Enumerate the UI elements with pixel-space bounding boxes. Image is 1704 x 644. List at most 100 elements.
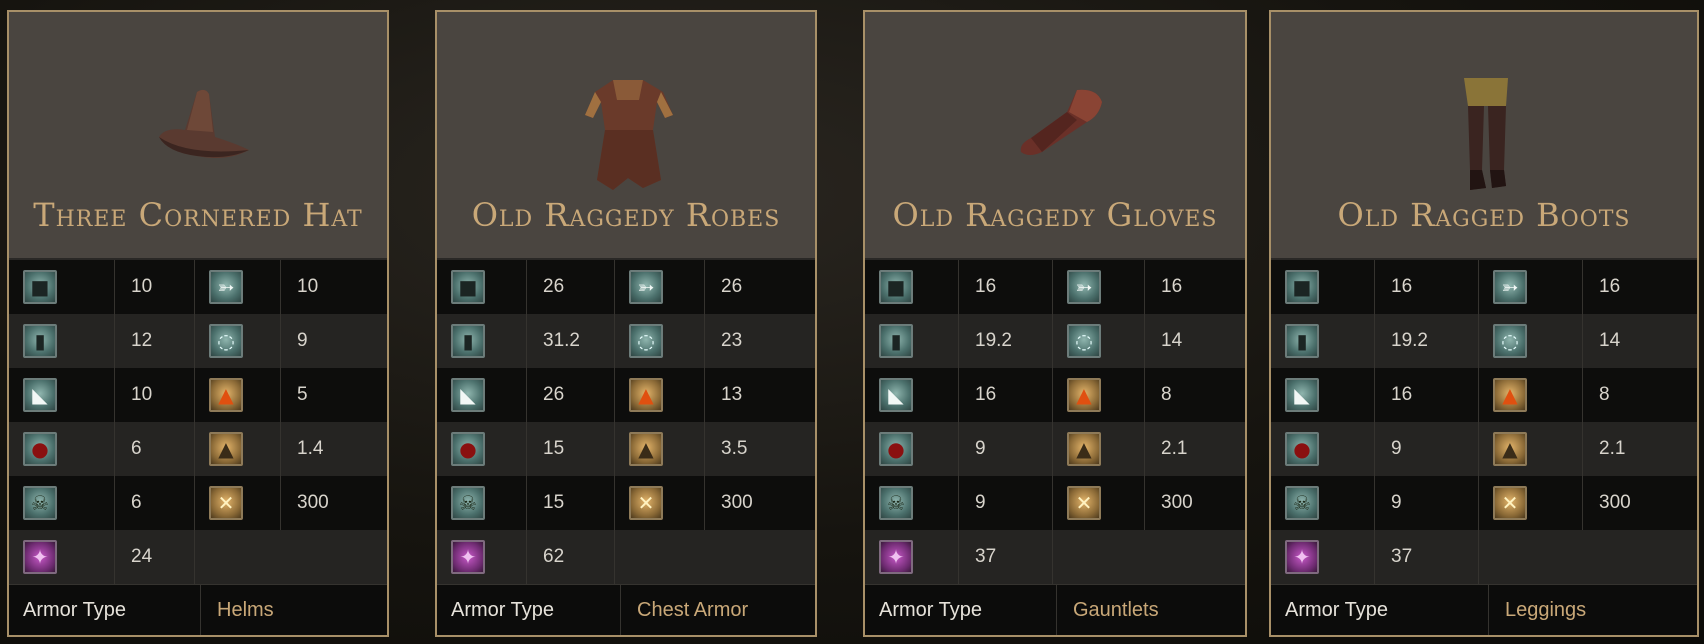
slash-armor-icon: ◣ <box>451 378 485 413</box>
stat-row: ☠ 6 ✕ 300 <box>9 476 387 531</box>
stats-table: ■ 10 ➳ 10 ▮ 12 ◌ 9 ◣ 10 ▲ 5 ● 6 ▲ 1.4 ☠ 6 ✕ 300 ✦ 24 <box>9 258 387 585</box>
stat-value <box>1145 530 1245 584</box>
stat-value: 6 <box>115 476 195 531</box>
armor-card: Old Raggedy Gloves ■ 16 ➳ 16 ▮ 19.2 ◌ 14 ◣ 16 ▲ 8 ● 9… <box>863 10 1247 637</box>
stat-row: ✦ 37 <box>865 530 1245 585</box>
stat-row: ● 15 ▲ 3.5 <box>437 422 815 477</box>
magic-armor-icon: ✦ <box>451 540 485 575</box>
glove-image <box>1020 89 1102 155</box>
thrust-armor-icon: ➳ <box>209 270 243 305</box>
armor-type-row: Armor Type Helms <box>9 584 387 635</box>
item-name: Old Raggedy Robes <box>471 196 781 235</box>
stat-value: 6 <box>115 422 195 477</box>
poison-resist-icon: ☠ <box>1285 486 1319 521</box>
physical-armor-icon: ■ <box>23 270 57 305</box>
stat-value: 24 <box>115 530 195 585</box>
thrust-armor-icon: ➳ <box>629 270 663 305</box>
stat-value: 2.1 <box>1599 438 1626 460</box>
robe-image <box>585 80 673 190</box>
item-name: Old Raggedy Gloves <box>892 196 1218 235</box>
stat-row: ☠ 9 ✕ 300 <box>1271 476 1697 531</box>
armor-type-value: Gauntlets <box>1073 598 1159 621</box>
stat-row: ☠ 15 ✕ 300 <box>437 476 815 531</box>
magic-defense-icon: ◌ <box>629 324 663 359</box>
bleed-resist-icon: ● <box>451 432 485 467</box>
stat-value: 10 <box>115 260 195 315</box>
stat-row: ■ 16 ➳ 16 <box>865 260 1245 315</box>
stats-table: ■ 16 ➳ 16 ▮ 19.2 ◌ 14 ◣ 16 ▲ 8 ● 9 ▲ 2.1 ☠ 9 ✕ 300 ✦ 37 <box>1271 258 1697 585</box>
stat-value: 16 <box>1375 368 1479 423</box>
slash-armor-icon: ◣ <box>879 378 913 413</box>
stat-value: 15 <box>527 422 615 477</box>
bleed-resist-icon: ● <box>1285 432 1319 467</box>
fire-defense-icon: ▲ <box>1493 378 1527 413</box>
stat-row: ✦ 62 <box>437 530 815 585</box>
stat-value: 16 <box>959 368 1053 423</box>
slash-armor-icon: ◣ <box>1285 378 1319 413</box>
stat-value: 19.2 <box>1375 314 1479 369</box>
stat-value: 300 <box>721 492 753 514</box>
stat-value: 1.4 <box>297 438 324 460</box>
weight-icon: ▲ <box>1493 432 1527 467</box>
durability-icon: ✕ <box>629 486 663 521</box>
magic-defense-icon: ◌ <box>209 324 243 359</box>
thrust-armor-icon: ➳ <box>1493 270 1527 305</box>
stat-value: 23 <box>721 330 743 352</box>
magic-defense-icon: ◌ <box>1067 324 1101 359</box>
stat-row: ◣ 26 ▲ 13 <box>437 368 815 423</box>
stat-value: 12 <box>115 314 195 369</box>
stat-row: ◣ 16 ▲ 8 <box>865 368 1245 423</box>
magic-armor-icon: ✦ <box>23 540 57 575</box>
poison-resist-icon: ☠ <box>451 486 485 521</box>
card-header: Old Ragged Boots <box>1271 12 1697 259</box>
stat-row: ✦ 24 <box>9 530 387 585</box>
stat-value: 300 <box>1161 492 1193 514</box>
stat-value: 9 <box>959 422 1053 477</box>
stat-value: 3.5 <box>721 438 748 460</box>
stat-row: ✦ 37 <box>1271 530 1697 585</box>
armor-card: Old Raggedy Robes ■ 26 ➳ 26 ▮ 31.2 ◌ 23 ◣ 26 ▲ 13 ● 1… <box>435 10 817 637</box>
stat-row: ▮ 12 ◌ 9 <box>9 314 387 369</box>
stat-row: ▮ 19.2 ◌ 14 <box>1271 314 1697 369</box>
stat-row: ■ 26 ➳ 26 <box>437 260 815 315</box>
strike-armor-icon: ▮ <box>451 324 485 359</box>
stat-value: 9 <box>959 476 1053 531</box>
armor-type-label: Armor Type <box>437 585 621 635</box>
stat-value: 16 <box>1375 260 1479 315</box>
stat-row: ■ 10 ➳ 10 <box>9 260 387 315</box>
poison-resist-icon: ☠ <box>879 486 913 521</box>
stat-value: 31.2 <box>527 314 615 369</box>
stat-row: ● 6 ▲ 1.4 <box>9 422 387 477</box>
stat-value <box>1583 530 1697 584</box>
stat-value <box>281 530 387 584</box>
stat-value: 15 <box>527 476 615 531</box>
boots-image <box>1464 78 1508 190</box>
stat-value: 26 <box>527 260 615 315</box>
magic-armor-icon: ✦ <box>1285 540 1319 575</box>
armor-type-row: Armor Type Chest Armor <box>437 584 815 635</box>
card-header: Old Raggedy Robes <box>437 12 815 259</box>
stat-value: 16 <box>959 260 1053 315</box>
poison-resist-icon: ☠ <box>23 486 57 521</box>
stat-value: 8 <box>1161 384 1172 406</box>
stat-value: 5 <box>297 384 308 406</box>
armor-type-label: Armor Type <box>1271 585 1489 635</box>
stat-value: 26 <box>527 368 615 423</box>
fire-defense-icon: ▲ <box>629 378 663 413</box>
bleed-resist-icon: ● <box>23 432 57 467</box>
item-name: Three Cornered Hat <box>33 196 363 235</box>
armor-card: Old Ragged Boots ■ 16 ➳ 16 ▮ 19.2 ◌ 14 ◣ 16 ▲ 8 ● 9 ▲ 2… <box>1269 10 1699 637</box>
card-header: Three Cornered Hat <box>9 12 387 259</box>
stat-value: 14 <box>1599 330 1621 352</box>
stat-value: 62 <box>527 530 615 585</box>
durability-icon: ✕ <box>209 486 243 521</box>
physical-armor-icon: ■ <box>1285 270 1319 305</box>
armor-type-label: Armor Type <box>9 585 201 635</box>
stat-value: 9 <box>297 330 308 352</box>
weight-icon: ▲ <box>209 432 243 467</box>
stat-value: 37 <box>959 530 1053 585</box>
armor-type-value: Chest Armor <box>637 598 749 621</box>
stat-row: ☠ 9 ✕ 300 <box>865 476 1245 531</box>
stat-value: 8 <box>1599 384 1610 406</box>
stat-row: ◣ 10 ▲ 5 <box>9 368 387 423</box>
